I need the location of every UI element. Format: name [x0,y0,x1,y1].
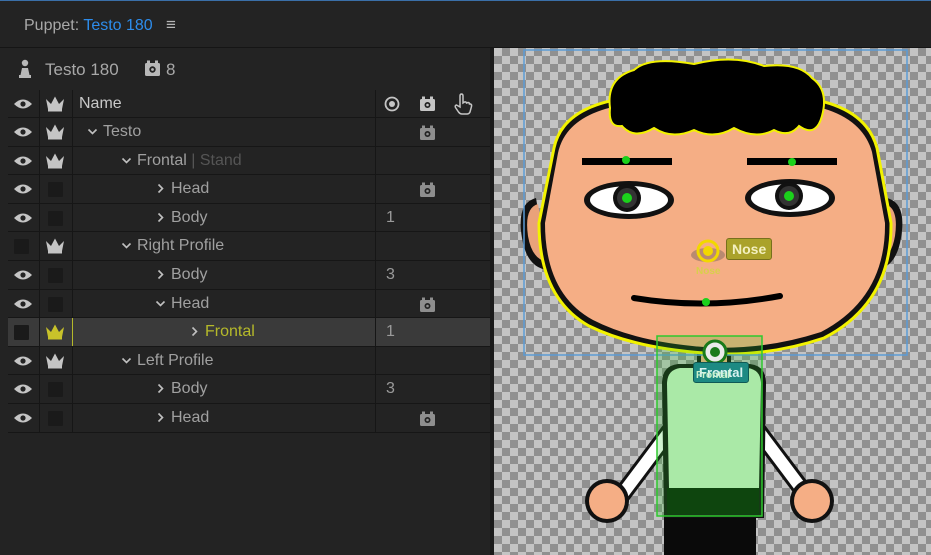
visibility-eye-icon[interactable] [13,183,33,195]
crown-toggle[interactable] [48,382,63,398]
tree-item-name[interactable]: Body [171,209,207,227]
frontal-handle-sublabel: Frontal [696,370,730,381]
chevron-right-icon[interactable] [155,212,166,223]
tree-row[interactable]: Left Profile [8,346,490,376]
visibility-toggle[interactable] [14,325,29,341]
visibility-eye-icon[interactable] [13,355,33,367]
puppet-panel: Testo 180 8 Name Testo Frontal | Stand H… [0,48,490,555]
tree-row[interactable]: Frontal 1 [8,318,490,347]
behavior-count: 8 [166,60,176,79]
visibility-eye-icon[interactable] [13,98,33,110]
panel-menu-icon[interactable]: ≡ [166,15,176,35]
tree-row[interactable]: Right Profile [8,232,490,261]
tree-item-name[interactable]: Head [171,180,209,198]
face [545,102,886,348]
visibility-eye-icon[interactable] [13,298,33,310]
tree-item-name[interactable]: Body [171,380,207,398]
tree-row[interactable]: Body 3 [8,260,490,290]
chevron-down-icon[interactable] [121,355,132,366]
puppet-artwork [520,49,908,555]
crown-icon[interactable] [45,352,65,369]
tree-item-name[interactable]: Head [171,295,209,313]
crown-toggle[interactable] [48,410,63,426]
puppet-name: Testo 180 [45,60,119,79]
pants [664,513,756,555]
tree-header: Name [8,90,490,118]
chevron-right-icon[interactable] [155,383,166,394]
crown-icon[interactable] [45,123,65,140]
chevron-right-icon[interactable] [189,326,200,337]
tree-item-value: 3 [386,265,395,283]
visibility-eye-icon[interactable] [13,126,33,138]
visibility-toggle[interactable] [14,239,29,255]
panel-title: Puppet: Testo 180 [24,17,153,35]
panel-header: Puppet: Testo 180 ≡ [0,0,931,48]
tree-item-name[interactable]: Testo [103,123,141,141]
crown-toggle[interactable] [48,267,63,283]
tree-item-name[interactable]: Left Profile [137,352,213,370]
tree-row[interactable]: Body 1 [8,203,490,233]
tree-item-value: 1 [386,323,395,341]
chevron-down-icon[interactable] [155,298,166,309]
nose-handle-tag[interactable]: Nose [726,238,773,260]
behavior-icon [145,60,160,76]
tree-row[interactable]: Head [8,403,490,433]
tree-row[interactable]: Testo [8,118,490,147]
name-column-header[interactable]: Name [79,95,122,113]
chevron-down-icon[interactable] [121,155,132,166]
panel-puppet-name[interactable]: Testo 180 [83,17,152,34]
chevron-down-icon[interactable] [121,240,132,251]
target-icon[interactable] [384,96,400,112]
hair [608,58,825,136]
visibility-eye-icon[interactable] [13,155,33,167]
chevron-right-icon[interactable] [155,183,166,194]
tree-row[interactable]: Head [8,289,490,319]
tree-rows: Testo Frontal | Stand Head Body 1 Right Profi… [8,118,490,433]
tree-item-value: 3 [386,380,395,398]
visibility-eye-icon[interactable] [13,212,33,224]
nose-handle-sublabel: Nose [696,266,721,277]
crown-icon[interactable] [45,237,65,254]
crown-toggle[interactable] [48,182,63,198]
visibility-eye-icon[interactable] [13,412,33,424]
tree-row[interactable]: Head [8,175,490,204]
chevron-right-icon[interactable] [155,269,166,280]
crown-icon[interactable] [45,95,65,112]
tree-row[interactable]: Frontal | Stand [8,146,490,176]
tree-item-value: 1 [386,208,395,226]
crown-icon[interactable] [45,152,65,169]
tree-item-name[interactable]: Frontal [205,323,255,341]
behavior-icon [420,411,435,426]
behavior-icon [420,297,435,312]
tree-item-name[interactable]: Head [171,409,209,427]
tree-item-name[interactable]: Right Profile [137,237,224,255]
tree-row[interactable]: Body 3 [8,375,490,404]
tree-item-name[interactable]: Frontal | Stand [137,152,242,170]
puppet-info-bar: Testo 180 8 [0,48,490,90]
scene-canvas[interactable]: Nose Nose Frontal Frontal [494,48,931,555]
panel-title-label: Puppet: [24,17,80,34]
puppet-pawn-icon [19,59,31,78]
behavior-icon [420,125,435,140]
hand-pointer-icon[interactable] [453,93,473,115]
chevron-down-icon[interactable] [87,126,98,137]
visibility-eye-icon[interactable] [13,383,33,395]
tree-item-name[interactable]: Body [171,266,207,284]
behavior-column-icon[interactable] [419,96,436,112]
visibility-eye-icon[interactable] [13,269,33,281]
puppet-tree: Name Testo Frontal | Stand Head Body 1 Right … [8,90,490,433]
crown-toggle[interactable] [48,296,63,312]
crown-icon[interactable] [45,323,65,340]
crown-toggle[interactable] [48,210,63,226]
behavior-icon [420,182,435,198]
chevron-right-icon[interactable] [155,412,166,423]
